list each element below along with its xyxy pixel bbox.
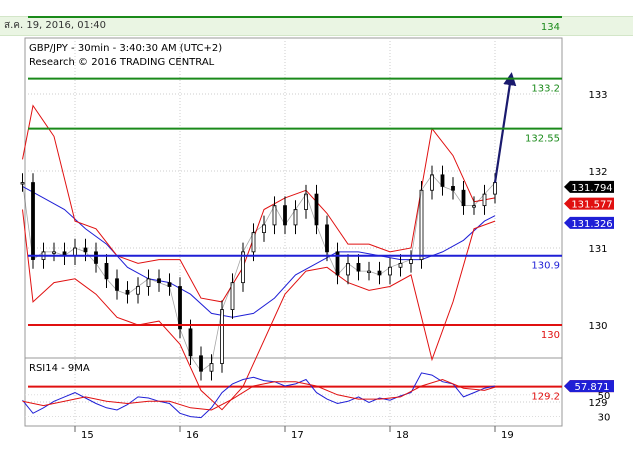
rsi-panel <box>24 357 563 427</box>
candle-body <box>31 182 35 260</box>
candle-body <box>188 328 193 357</box>
price-tick-label: 133 <box>588 90 607 101</box>
level-label: 132.55 <box>525 134 560 145</box>
candle-body <box>461 189 466 207</box>
price-tick-label: 131 <box>588 244 607 255</box>
candle-body <box>272 205 277 226</box>
candle-body <box>178 286 182 330</box>
time-tick-label: 18 <box>396 430 409 441</box>
price-chart: 134133.2132.55130.9130129.2 129130131132… <box>20 16 614 441</box>
candle-body <box>430 174 434 191</box>
candle-body <box>419 189 424 260</box>
price-tick-label: 130 <box>588 321 607 332</box>
candle-body <box>325 224 329 253</box>
chart-title: GBP/JPY - 30min - 3:40:30 AM (UTC+2) <box>29 43 222 54</box>
price-tags: 131.794131.577131.32657.922457.871 <box>564 180 614 393</box>
candle-body <box>314 193 319 226</box>
level-label: 130.9 <box>531 261 560 272</box>
level-label: 134 <box>541 22 560 33</box>
candle-body <box>251 232 256 253</box>
candle-body <box>283 205 287 226</box>
candle-body <box>230 282 235 310</box>
candle-body <box>104 262 109 280</box>
level-label: 133.2 <box>531 84 560 95</box>
chart-subtitle: Research © 2016 TRADING CENTRAL <box>29 57 215 68</box>
time-tick-label: 15 <box>81 430 94 441</box>
price-tick-label: 132 <box>588 167 607 178</box>
candle-body <box>220 309 224 364</box>
level-label: 129.2 <box>531 392 560 403</box>
price-tag-label: 131.326 <box>571 219 612 230</box>
level-label: 130 <box>541 330 560 341</box>
price-tag-label: 131.577 <box>571 200 612 211</box>
price-tag-label: 131.794 <box>571 183 612 194</box>
time-tick-label: 17 <box>291 430 304 441</box>
candle-body <box>199 355 203 372</box>
candle-body <box>293 209 298 226</box>
time-tick-label: 16 <box>186 430 199 441</box>
time-tick-label: 19 <box>501 430 514 441</box>
rsi-tick-label: 30 <box>598 413 611 424</box>
rsi-title: RSI14 - 9MA <box>29 363 90 374</box>
price-tag-label: 57.871 <box>575 382 610 393</box>
candle-body <box>115 278 119 291</box>
